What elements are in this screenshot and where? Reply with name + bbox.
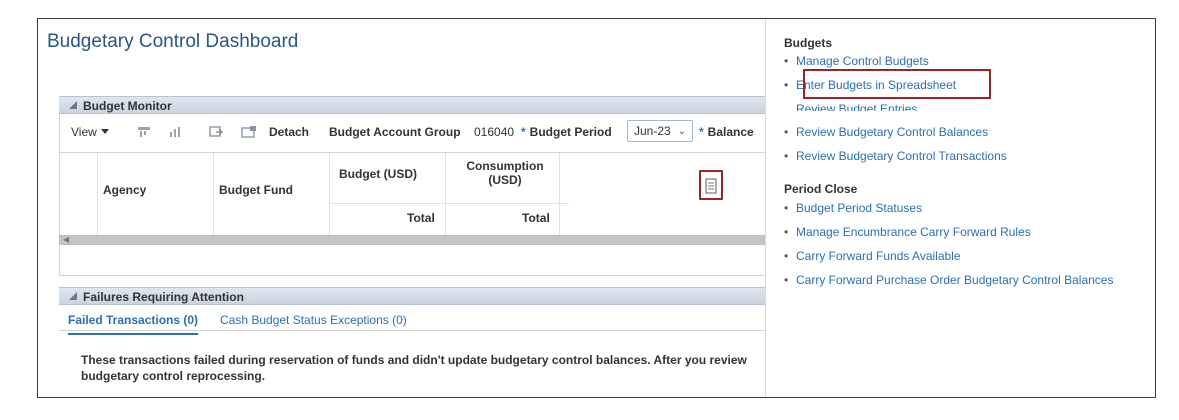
column-divider xyxy=(559,153,560,236)
budgets-heading: Budgets xyxy=(784,36,832,50)
task-review-budgetary-control-transactions[interactable]: Review Budgetary Control Transactions xyxy=(784,149,1007,163)
tasks-panel: Budgets Manage Control Budgets Enter Bud… xyxy=(765,19,1155,397)
column-picker-icon xyxy=(705,178,717,194)
failures-header[interactable]: Failures Requiring Attention xyxy=(59,287,765,305)
budget-account-group-value: 016040 xyxy=(474,125,515,139)
balance-text: Balance xyxy=(707,125,754,139)
task-manage-control-budgets[interactable]: Manage Control Budgets xyxy=(784,54,929,68)
consumption-line2: (USD) xyxy=(488,173,522,187)
task-manage-encumbrance-carry-forward-rules[interactable]: Manage Encumbrance Carry Forward Rules xyxy=(784,225,1031,239)
view-menu[interactable]: View xyxy=(71,125,109,139)
detach-button[interactable]: Detach xyxy=(269,125,309,139)
scroll-left-icon[interactable]: ◀ xyxy=(63,235,69,244)
task-carry-forward-funds-available[interactable]: Carry Forward Funds Available xyxy=(784,249,960,263)
horizontal-scrollbar[interactable]: ◀ xyxy=(59,235,765,245)
required-marker: * xyxy=(521,125,526,139)
column-header-agency[interactable]: Agency xyxy=(103,183,146,197)
required-marker: * xyxy=(699,125,704,139)
page-title: Budgetary Control Dashboard xyxy=(47,31,299,52)
task-review-budget-entries[interactable]: Review Budget Entries xyxy=(796,102,917,111)
freeze-icon[interactable] xyxy=(137,126,151,138)
period-close-heading: Period Close xyxy=(784,182,858,196)
caret-down-icon xyxy=(100,129,109,134)
detach-icon[interactable] xyxy=(241,126,256,138)
view-menu-label: View xyxy=(71,125,97,139)
tab-failed-transactions[interactable]: Failed Transactions (0) xyxy=(68,313,199,335)
column-subheader-total-consumption: Total xyxy=(522,211,550,225)
screenshot-frame: Budgetary Control Dashboard Budget Monit… xyxy=(37,18,1156,398)
budget-period-select[interactable]: Jun-23 ⌄ xyxy=(627,120,693,142)
failures-tabs: Failed Transactions (0) Cash Budget Stat… xyxy=(59,305,765,335)
task-carry-forward-po-budgetary-control-balances[interactable]: Carry Forward Purchase Order Budgetary C… xyxy=(784,273,1113,287)
failures-message: These transactions failed during reserva… xyxy=(81,352,765,384)
highlight-box xyxy=(803,69,991,99)
collapse-triangle-icon[interactable] xyxy=(69,292,77,300)
column-header-budget-usd[interactable]: Budget (USD) xyxy=(339,167,417,181)
tab-cash-budget-status-exceptions[interactable]: Cash Budget Status Exceptions (0) xyxy=(220,313,407,327)
failures-title: Failures Requiring Attention xyxy=(83,290,244,304)
budget-monitor-header[interactable]: Budget Monitor xyxy=(59,96,765,114)
column-header-budget-fund[interactable]: Budget Fund xyxy=(219,183,293,197)
collapse-triangle-icon[interactable] xyxy=(69,101,77,109)
chevron-down-icon: ⌄ xyxy=(677,126,686,137)
export-icon[interactable] xyxy=(209,126,223,138)
wrap-icon[interactable] xyxy=(169,126,183,138)
budget-monitor-table: Agency Budget Fund Budget (USD) Consumpt… xyxy=(59,152,765,236)
budget-period-label: * Budget Period xyxy=(521,125,612,139)
dashboard-main: Budgetary Control Dashboard Budget Monit… xyxy=(38,19,765,397)
task-budget-period-statuses[interactable]: Budget Period Statuses xyxy=(784,201,922,215)
budget-monitor-title: Budget Monitor xyxy=(83,99,172,113)
budget-period-value: Jun-23 xyxy=(634,124,671,138)
consumption-line1: Consumption xyxy=(466,159,544,173)
balance-label: * Balance xyxy=(699,125,754,139)
budget-period-text: Budget Period xyxy=(529,125,612,139)
header-divider xyxy=(329,203,569,204)
column-divider xyxy=(329,153,330,236)
column-divider xyxy=(213,153,214,236)
column-header-consumption-usd[interactable]: Consumption (USD) xyxy=(455,159,555,187)
column-divider xyxy=(445,153,446,236)
column-divider xyxy=(97,153,98,236)
task-review-budgetary-control-balances[interactable]: Review Budgetary Control Balances xyxy=(784,125,988,139)
budget-account-group-label: Budget Account Group xyxy=(329,125,461,139)
column-subheader-total-budget: Total xyxy=(407,211,435,225)
column-picker-button[interactable] xyxy=(699,170,723,200)
failures-message-line1: These transactions failed during reserva… xyxy=(81,353,747,367)
budget-monitor-toolbar: View Detach Budget Account Group 016040 … xyxy=(59,117,765,147)
failures-message-line2: budgetary control reprocessing. xyxy=(81,369,266,383)
